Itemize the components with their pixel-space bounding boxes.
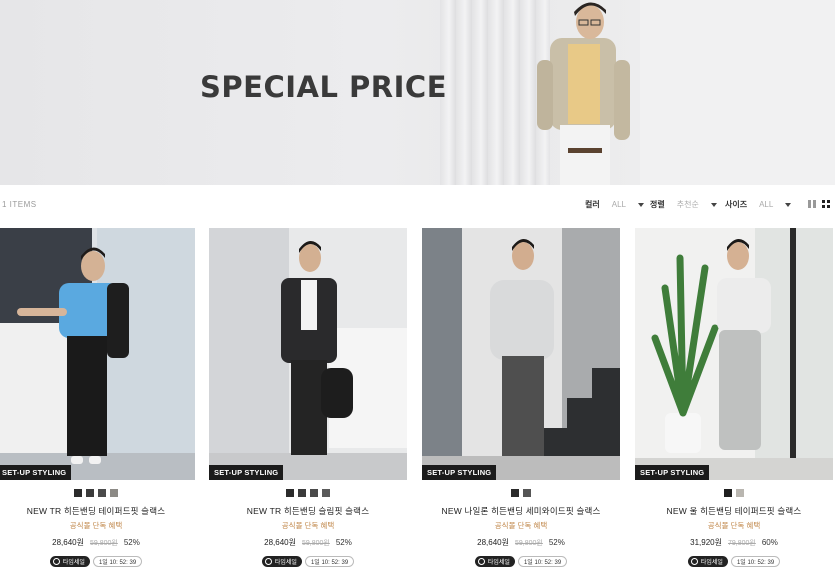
color-swatch[interactable] — [286, 489, 294, 497]
price-row: 28,640원 59,800원 52% — [422, 537, 620, 548]
banner-title: SPECIAL PRICE — [200, 70, 448, 104]
discount-rate: 52% — [548, 538, 565, 547]
color-filter-label: 컬러 — [585, 200, 600, 209]
product-photo — [0, 228, 195, 480]
countdown: 1일 10: 52: 39 — [304, 556, 355, 567]
color-swatches — [209, 489, 407, 497]
size-filter[interactable]: 사이즈 ALL — [725, 199, 792, 210]
promo-banner[interactable]: SPECIAL PRICE — [0, 0, 835, 185]
time-sale-badge: 타임세일 — [49, 556, 90, 567]
promo-text: 공식몰 단독 혜택 — [69, 521, 123, 530]
discount-rate: 60% — [761, 538, 778, 547]
set-up-styling-badge: SET-UP STYLING — [422, 465, 497, 480]
color-filter-value: ALL — [611, 200, 626, 209]
clock-icon — [264, 558, 272, 565]
time-sale-timer: 타임세일 1일 10: 52: 39 — [635, 556, 833, 567]
color-swatches — [422, 489, 620, 497]
clock-icon — [690, 558, 698, 565]
color-swatch[interactable] — [110, 489, 118, 497]
time-sale-timer: 타임세일 1일 10: 52: 39 — [422, 556, 620, 567]
countdown: 1일 10: 52: 39 — [517, 556, 568, 567]
color-swatch[interactable] — [511, 489, 519, 497]
time-sale-badge: 타임세일 — [261, 556, 302, 567]
product-image[interactable]: SET-UP STYLING — [635, 228, 833, 480]
countdown: 1일 10: 52: 39 — [730, 556, 781, 567]
time-sale-label: 타임세일 — [487, 560, 510, 566]
chevron-down-icon — [710, 202, 717, 207]
sort-filter[interactable]: 정렬 추천순 — [650, 199, 717, 210]
time-sale-badge: 타임세일 — [687, 556, 728, 567]
banner-wall — [640, 0, 835, 185]
grid-view-icon[interactable] — [822, 200, 830, 208]
set-up-styling-badge: SET-UP STYLING — [209, 465, 284, 480]
list-view-icon[interactable] — [808, 200, 816, 208]
sale-price: 31,920원 — [690, 538, 722, 547]
original-price: 59,800원 — [301, 540, 330, 547]
original-price: 59,800원 — [89, 540, 118, 547]
price-row: 28,640원 59,800원 52% — [209, 537, 407, 548]
promo-text: 공식몰 단독 혜택 — [494, 521, 548, 530]
time-sale-badge: 타임세일 — [474, 556, 515, 567]
sort-filter-value: 추천순 — [676, 200, 699, 209]
color-swatch[interactable] — [724, 489, 732, 497]
time-sale-label: 타임세일 — [700, 560, 723, 566]
product-image[interactable]: SET-UP STYLING — [209, 228, 407, 480]
color-swatch[interactable] — [74, 489, 82, 497]
color-swatches — [635, 489, 833, 497]
product-photo — [209, 228, 407, 480]
product-name[interactable]: NEW 울 히든밴딩 테이퍼드핏 슬랙스 — [635, 505, 833, 517]
promo-text: 공식몰 단독 혜택 — [707, 521, 761, 530]
promo-text: 공식몰 단독 혜택 — [281, 521, 335, 530]
time-sale-timer: 타임세일 1일 10: 52: 39 — [209, 556, 407, 567]
discount-rate: 52% — [335, 538, 352, 547]
set-up-styling-badge: SET-UP STYLING — [635, 465, 710, 480]
clock-icon — [477, 558, 485, 565]
original-price: 79,800원 — [727, 540, 756, 547]
color-swatch[interactable] — [86, 489, 94, 497]
original-price: 59,800원 — [514, 540, 543, 547]
color-swatch[interactable] — [322, 489, 330, 497]
sale-price: 28,640원 — [52, 538, 84, 547]
product-name[interactable]: NEW TR 히든밴딩 테이퍼드핏 슬랙스 — [0, 505, 195, 517]
size-filter-value: ALL — [759, 200, 774, 209]
time-sale-label: 타임세일 — [62, 560, 85, 566]
size-filter-label: 사이즈 — [725, 200, 748, 209]
discount-rate: 52% — [123, 538, 140, 547]
item-count: 1 ITEMS — [2, 200, 37, 209]
banner-model-image — [537, 2, 630, 185]
clock-icon — [52, 558, 60, 565]
price-row: 28,640원 59,800원 52% — [0, 537, 195, 548]
color-swatch[interactable] — [98, 489, 106, 497]
product-photo — [422, 228, 620, 480]
time-sale-timer: 타임세일 1일 10: 52: 39 — [0, 556, 195, 567]
color-swatches — [0, 489, 195, 497]
sale-price: 28,640원 — [264, 538, 296, 547]
product-image[interactable]: SET-UP STYLING — [0, 228, 195, 480]
product-name[interactable]: NEW TR 히든밴딩 슬림핏 슬랙스 — [209, 505, 407, 517]
chevron-down-icon — [637, 202, 644, 207]
set-up-styling-badge: SET-UP STYLING — [0, 465, 72, 480]
product-name[interactable]: NEW 나일론 히든밴딩 세미와이드핏 슬랙스 — [422, 505, 620, 517]
countdown: 1일 10: 52: 39 — [92, 556, 143, 567]
color-swatch[interactable] — [523, 489, 531, 497]
color-swatch[interactable] — [310, 489, 318, 497]
product-photo — [635, 228, 833, 480]
sale-price: 28,640원 — [477, 538, 509, 547]
chevron-down-icon — [785, 202, 792, 207]
color-filter[interactable]: 컬러 ALL — [585, 199, 644, 210]
price-row: 31,920원 79,800원 60% — [635, 537, 833, 548]
time-sale-label: 타임세일 — [274, 560, 297, 566]
product-image[interactable]: SET-UP STYLING — [422, 228, 620, 480]
sort-filter-label: 정렬 — [650, 200, 665, 209]
product-toolbar: 1 ITEMS 컬러 ALL 정렬 추천순 사이즈 ALL — [0, 196, 835, 214]
color-swatch[interactable] — [298, 489, 306, 497]
color-swatch[interactable] — [736, 489, 744, 497]
